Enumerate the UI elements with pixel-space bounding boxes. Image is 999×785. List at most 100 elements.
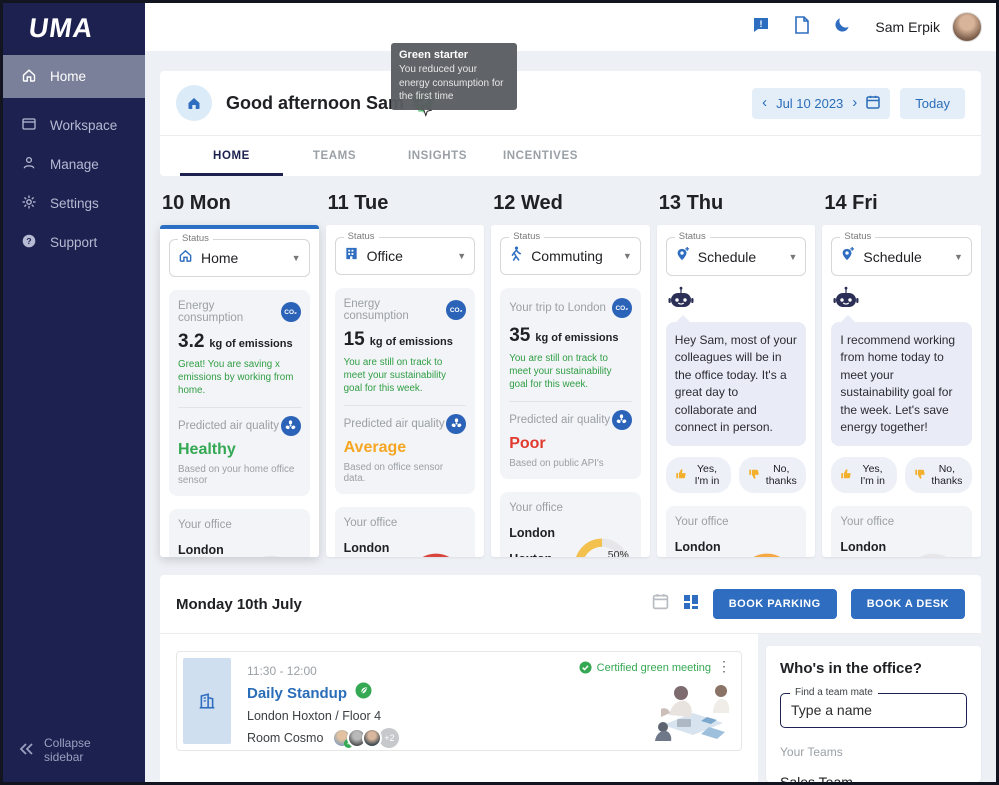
sidebar-item-label: Support <box>50 235 97 250</box>
workspace-icon <box>21 116 37 135</box>
calendar-view-icon[interactable] <box>652 593 669 615</box>
sidebar-item-label: Workspace <box>50 118 117 133</box>
co2-icon: CO₂ <box>446 300 466 320</box>
assistant-message: Hey Sam, most of your colleagues will be… <box>666 322 807 446</box>
yes-im-in-button[interactable]: Yes, I'm in <box>831 457 896 493</box>
air-note: Based on your home office sensor <box>178 464 301 486</box>
day-column-fri: 14 Fri Status Schedule ▼ <box>822 192 981 557</box>
office-panel: Your office London Hoxton Floor 7 10% qu… <box>831 506 972 557</box>
no-label: No, thanks <box>931 463 963 487</box>
topbar: ! Sam Erpik <box>145 3 996 51</box>
schedule-section: Monday 10th July BOOK PARKING BOOK A DES… <box>160 575 981 782</box>
energy-unit: kg of emissions <box>535 332 618 344</box>
yes-label: Yes, I'm in <box>857 463 887 487</box>
double-chevron-left-icon <box>19 743 34 758</box>
grid-view-icon[interactable] <box>683 594 699 615</box>
meeting-time: 11:30 - 12:00 <box>247 664 399 678</box>
find-teammate-input[interactable] <box>791 702 956 718</box>
yes-im-in-button[interactable]: Yes, I'm in <box>666 457 731 493</box>
status-select[interactable]: Status Commuting ▼ <box>500 237 641 275</box>
meeting-title[interactable]: Daily Standup <box>247 685 347 702</box>
book-parking-button[interactable]: BOOK PARKING <box>713 589 837 619</box>
avatar <box>952 12 982 42</box>
office-location: London Hoxton <box>509 520 574 557</box>
certified-label: Certified green meeting <box>597 662 711 674</box>
prev-day-chevron[interactable]: ‹ <box>762 98 767 108</box>
air-quality-value: Healthy <box>178 441 301 459</box>
schedule-body: 11:30 - 12:00 Daily Standup London Hoxto… <box>160 634 981 782</box>
svg-text:?: ? <box>26 236 31 246</box>
collapse-sidebar-button[interactable]: Collapse sidebar <box>3 718 145 782</box>
office-panel: Your office London Hoxton Floor 7 50% av… <box>500 492 641 557</box>
next-day-chevron[interactable]: › <box>852 98 857 108</box>
certified-green-meeting: Certified green meeting <box>579 661 711 674</box>
chevron-down-icon: ▼ <box>954 252 963 262</box>
current-date: Jul 10 2023 <box>776 96 843 111</box>
status-value: Commuting <box>531 248 603 264</box>
chevron-down-icon: ▼ <box>292 253 301 263</box>
commuting-status-icon <box>509 246 523 266</box>
no-thanks-button[interactable]: No, thanks <box>739 457 806 493</box>
status-select[interactable]: Status Schedule ▼ <box>666 237 807 276</box>
dark-mode-moon-icon[interactable] <box>834 16 851 38</box>
green-leaf-badge-icon <box>355 682 372 704</box>
energy-value: 15 <box>344 329 365 351</box>
meeting-menu-icon[interactable]: ⋮ <box>717 658 731 675</box>
office-title: Your office <box>675 516 798 528</box>
tab-insights[interactable]: INSIGHTS <box>386 136 489 176</box>
chevron-down-icon: ▼ <box>788 252 797 262</box>
main-area: ! Sam Erpik Good afternoon Sam <box>145 3 996 782</box>
thumbs-down-icon <box>748 468 760 483</box>
energy-title: Energy consumption <box>344 298 447 322</box>
tab-home[interactable]: HOME <box>180 136 283 176</box>
status-select[interactable]: Status Schedule ▼ <box>831 237 972 276</box>
status-select[interactable]: Status Office ▼ <box>335 237 476 275</box>
status-label: Status <box>509 231 544 242</box>
status-value: Schedule <box>863 249 921 265</box>
sidebar-item-support[interactable]: ? Support <box>3 223 145 262</box>
office-location: London Hoxton <box>675 534 740 557</box>
sidebar-item-workspace[interactable]: Workspace <box>3 106 145 145</box>
co2-icon: CO₂ <box>281 302 301 322</box>
status-value: Home <box>201 250 238 266</box>
tab-incentives[interactable]: INCENTIVES <box>489 136 592 176</box>
tab-bar: HOME TEAMS INSIGHTS INCENTIVES <box>160 135 981 176</box>
your-teams-label: Your Teams <box>780 745 967 759</box>
day-column-tue: 11 Tue Status Office ▼ Energy <box>326 192 485 557</box>
document-icon[interactable] <box>794 16 810 39</box>
greeting-header: Good afternoon Sam ‹ Jul 10 2023 › <box>160 71 981 135</box>
page-title: Good afternoon Sam <box>226 93 404 114</box>
day-card: Status Home ▼ Energy consumption CO₂ <box>160 225 319 557</box>
meeting-attendees: ✓ +2 <box>332 728 399 748</box>
air-fan-icon <box>446 414 466 434</box>
calendar-icon[interactable] <box>866 95 880 112</box>
day-label: 13 Thu <box>659 192 816 215</box>
status-value: Office <box>367 248 403 264</box>
day-label: 14 Fri <box>824 192 981 215</box>
occupancy-gauge: 80% average <box>739 553 797 557</box>
app-window: UMA Home Workspace Manage <box>0 0 999 785</box>
book-a-desk-button[interactable]: BOOK A DESK <box>851 589 965 619</box>
assistant-message: I recommend working from home today to m… <box>831 322 972 446</box>
environment-panel: Your trip to London CO₂ 35 kg of emissio… <box>500 288 641 479</box>
chevron-down-icon: ▼ <box>623 251 632 261</box>
no-label: No, thanks <box>765 463 797 487</box>
feedback-alert-icon[interactable]: ! <box>752 16 770 39</box>
tab-teams[interactable]: TEAMS <box>283 136 386 176</box>
find-teammate-label: Find a team mate <box>790 687 878 698</box>
tooltip-title: Green starter <box>399 49 509 61</box>
day-label: 12 Wed <box>493 192 650 215</box>
status-select[interactable]: Status Home ▼ <box>169 239 310 277</box>
sidebar-item-settings[interactable]: Settings <box>3 184 145 223</box>
no-thanks-button[interactable]: No, thanks <box>905 457 972 493</box>
user-menu[interactable]: Sam Erpik <box>875 12 982 42</box>
sidebar-item-manage[interactable]: Manage <box>3 145 145 184</box>
meeting-card[interactable]: 11:30 - 12:00 Daily Standup London Hoxto… <box>176 651 742 751</box>
sidebar-item-home[interactable]: Home <box>3 55 145 98</box>
office-panel: Your office London Hoxton Floor 7 20% qu… <box>169 509 310 557</box>
today-button[interactable]: Today <box>900 88 965 119</box>
meeting-details: 11:30 - 12:00 Daily Standup London Hoxto… <box>247 658 399 744</box>
yes-label: Yes, I'm in <box>692 463 722 487</box>
meeting-room: Room Cosmo <box>247 731 323 745</box>
schedule-title: Monday 10th July <box>176 596 302 613</box>
